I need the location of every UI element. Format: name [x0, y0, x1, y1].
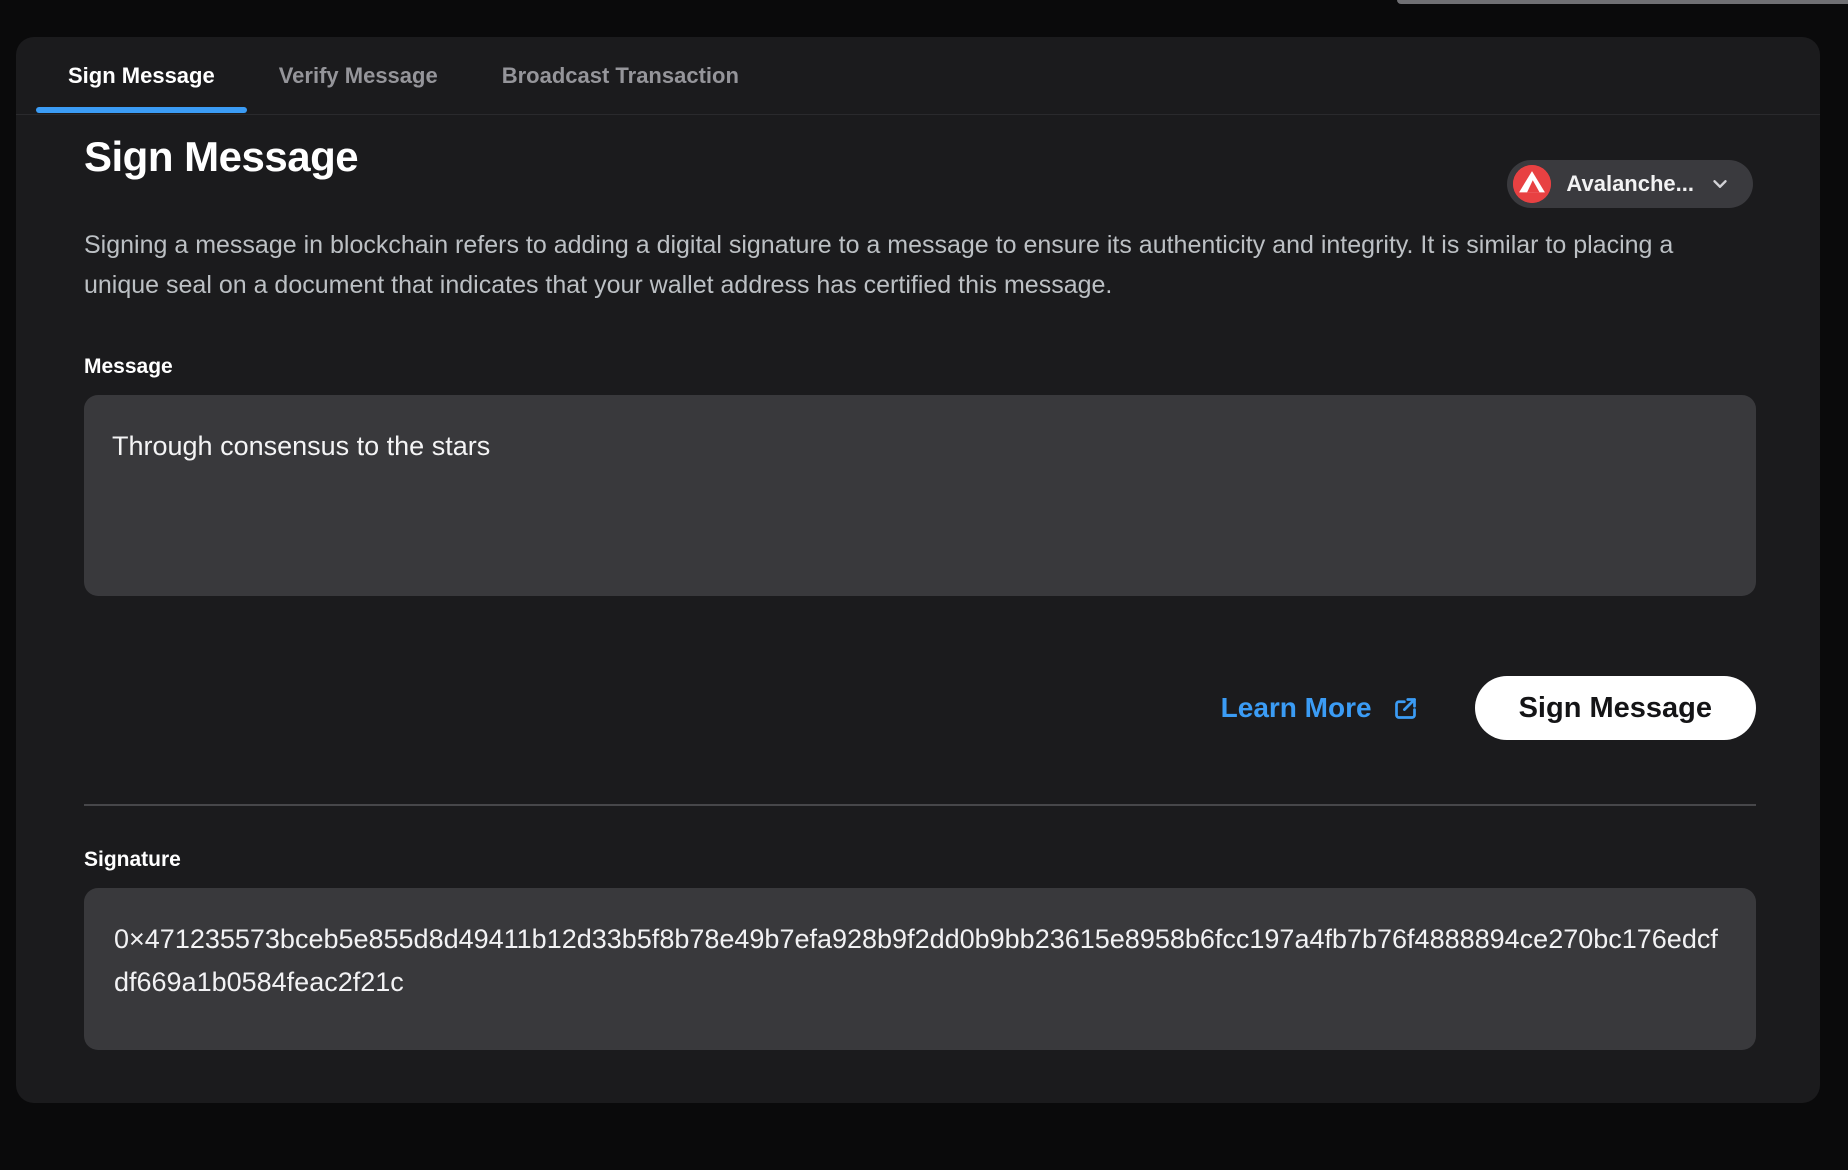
sign-message-button[interactable]: Sign Message [1475, 676, 1756, 740]
tab-broadcast-transaction[interactable]: Broadcast Transaction [470, 37, 771, 114]
actions-row: Learn More Sign Message [84, 676, 1756, 740]
tab-label: Verify Message [279, 63, 438, 89]
message-input[interactable]: Through consensus to the stars [84, 395, 1756, 596]
signature-output[interactable]: 0×471235573bceb5e855d8d49411b12d33b5f8b7… [84, 888, 1756, 1050]
card-content: Sign Message Avalanche... Signing a mess… [16, 115, 1820, 1103]
tab-label: Sign Message [68, 63, 215, 89]
active-tab-indicator [36, 107, 247, 113]
signature-label: Signature [84, 848, 1756, 872]
learn-more-link[interactable]: Learn More [1221, 692, 1419, 724]
avalanche-logo-icon [1513, 165, 1551, 203]
tab-verify-message[interactable]: Verify Message [247, 37, 470, 114]
chevron-down-icon [1709, 173, 1731, 195]
window-edge-artifact [1397, 0, 1848, 4]
external-link-icon [1392, 695, 1419, 722]
network-selector[interactable]: Avalanche... [1507, 160, 1753, 208]
learn-more-label: Learn More [1221, 692, 1372, 724]
message-label: Message [84, 355, 1756, 379]
sign-message-card: Sign Message Verify Message Broadcast Tr… [16, 37, 1820, 1103]
section-divider [84, 804, 1756, 806]
tab-sign-message[interactable]: Sign Message [36, 37, 247, 114]
page-title: Sign Message [84, 133, 1756, 181]
page-description: Signing a message in blockchain refers t… [84, 225, 1752, 305]
tab-label: Broadcast Transaction [502, 63, 739, 89]
tab-bar: Sign Message Verify Message Broadcast Tr… [16, 37, 1820, 115]
network-label: Avalanche... [1566, 171, 1694, 197]
